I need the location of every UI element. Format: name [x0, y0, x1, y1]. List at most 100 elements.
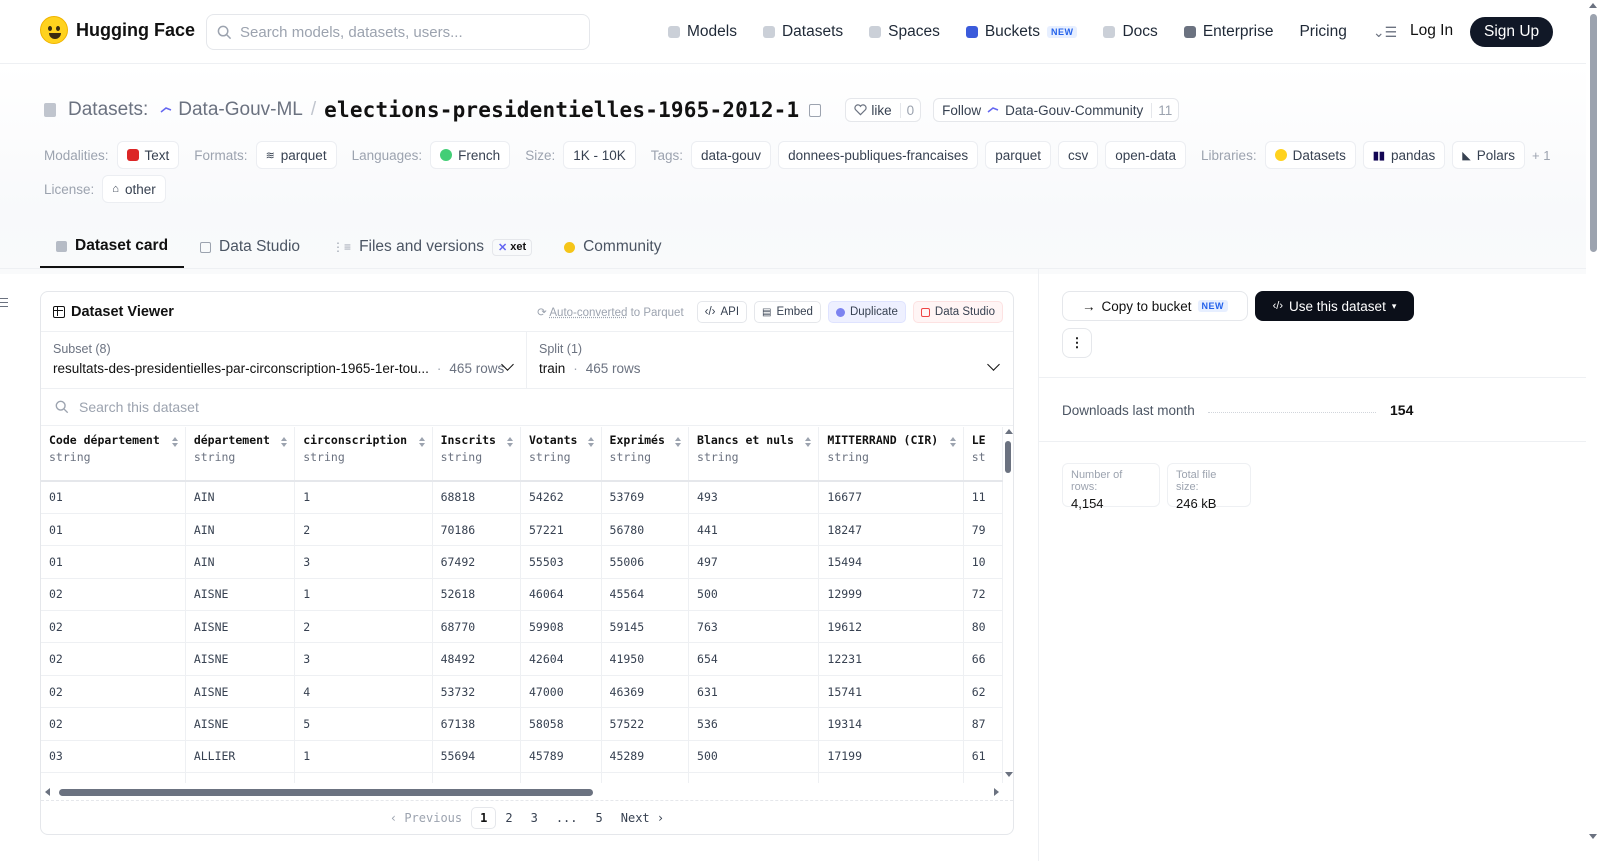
table-row[interactable]: 01 AIN 2 70186 57221 56780 441 18247 79 [41, 513, 1003, 547]
table-cell[interactable]: 3 [294, 545, 433, 579]
duplicate-button[interactable]: Duplicate [827, 301, 906, 323]
table-cell[interactable]: 26043 [818, 772, 964, 783]
table-cell[interactable]: 18247 [818, 513, 964, 547]
table-cell[interactable]: 70186 [432, 513, 522, 547]
pagination-page[interactable]: 2 [496, 807, 521, 829]
nav-docs[interactable]: Docs [1103, 18, 1158, 46]
api-button[interactable]: ‹/› API [696, 301, 748, 323]
table-row[interactable]: 02 AISNE 2 68770 59908 59145 763 19612 80 [41, 610, 1003, 644]
table-cell[interactable]: 01 [41, 481, 186, 514]
table-cell[interactable]: 47000 [520, 675, 602, 709]
global-search[interactable] [206, 14, 590, 50]
table-cell[interactable]: 87 [963, 707, 1003, 741]
copy-icon[interactable] [809, 103, 822, 117]
use-this-dataset-button[interactable]: ‹/› Use this dataset ▾ [1255, 291, 1414, 321]
table-cell[interactable]: 68770 [432, 610, 522, 644]
tag-item[interactable]: csv [1057, 141, 1099, 169]
table-vertical-scrollbar[interactable] [1003, 427, 1013, 783]
table-row[interactable]: 01 AIN 1 68818 54262 53769 493 16677 11 [41, 481, 1003, 514]
table-cell[interactable]: 54742 [520, 772, 602, 783]
table-cell[interactable]: 41950 [601, 642, 690, 676]
table-row[interactable]: 02 AISNE 1 52618 46064 45564 500 12999 72 [41, 578, 1003, 612]
table-cell[interactable]: 56780 [601, 513, 690, 547]
table-cell[interactable]: 15741 [818, 675, 964, 709]
more-options-button[interactable]: ⋮ [1062, 328, 1092, 358]
table-cell[interactable]: 59908 [520, 610, 602, 644]
table-cell[interactable]: 66 [963, 642, 1003, 676]
column-header[interactable]: Blancs et nuls string [688, 427, 820, 482]
size-tag[interactable]: 1K - 10K [563, 141, 636, 169]
table-cell[interactable]: 03 [41, 740, 186, 774]
table-cell[interactable]: AISNE [185, 675, 296, 709]
table-cell[interactable]: 631 [688, 675, 820, 709]
pagination-page[interactable]: 5 [587, 807, 612, 829]
data-studio-button[interactable]: Data Studio [912, 301, 1003, 323]
table-horizontal-scrollbar[interactable] [41, 786, 1003, 798]
table-cell[interactable]: 72 [963, 578, 1003, 612]
table-cell[interactable]: 15494 [818, 545, 964, 579]
follow-button[interactable]: Follow Data-Gouv-Community 11 [933, 98, 1180, 122]
pagination-next[interactable]: Next › [612, 807, 673, 829]
table-cell[interactable]: 67492 [432, 545, 522, 579]
table-cell[interactable]: 46064 [520, 578, 602, 612]
table-cell[interactable]: 01 [41, 545, 186, 579]
embed-button[interactable]: ▤ Embed [754, 301, 821, 323]
datasets-prefix[interactable]: Datasets: [68, 99, 148, 121]
table-cell[interactable]: 48492 [432, 642, 522, 676]
column-header[interactable]: Votants string [520, 427, 602, 482]
table-cell[interactable]: 16677 [818, 481, 964, 514]
pagination-page[interactable]: 3 [522, 807, 547, 829]
table-cell[interactable]: AISNE [185, 578, 296, 612]
table-cell[interactable]: AIN [185, 513, 296, 547]
page-scroll-thumb[interactable] [1590, 14, 1597, 252]
table-cell[interactable]: 1 [294, 740, 433, 774]
library-tag-pandas[interactable]: ▮▮ pandas [1362, 141, 1446, 169]
dataset-search-input[interactable] [79, 399, 679, 415]
table-cell[interactable]: AIN [185, 545, 296, 579]
table-cell[interactable]: 11 [963, 481, 1003, 514]
table-cell[interactable]: 3 [294, 642, 433, 676]
scroll-up-arrow-icon[interactable] [1589, 3, 1597, 8]
scroll-left-arrow-icon[interactable] [45, 788, 50, 796]
login-link[interactable]: Log In [1410, 22, 1453, 40]
like-button[interactable]: like 0 [845, 98, 922, 122]
column-header[interactable]: LE st [963, 427, 1003, 482]
table-cell[interactable]: ALLIER [185, 740, 296, 774]
library-tag-datasets[interactable]: Datasets [1264, 141, 1356, 169]
format-tag[interactable]: ≋ parquet [255, 141, 337, 169]
table-cell[interactable]: AISNE [185, 610, 296, 644]
table-cell[interactable]: 2 [294, 610, 433, 644]
scroll-up-arrow-icon[interactable] [1005, 429, 1013, 434]
table-cell[interactable]: 654 [688, 642, 820, 676]
table-cell[interactable]: 02 [41, 707, 186, 741]
subset-select[interactable]: Subset (8) resultats-des-presidentielles… [41, 332, 527, 389]
dataset-name[interactable]: elections-presidentielles-1965-2012-1 [324, 98, 799, 122]
nav-pricing[interactable]: Pricing [1299, 18, 1346, 46]
table-cell[interactable]: AISNE [185, 642, 296, 676]
table-cell[interactable]: 45564 [601, 578, 690, 612]
nav-spaces[interactable]: Spaces [869, 18, 940, 46]
table-cell[interactable]: 497 [688, 545, 820, 579]
table-cell[interactable]: 4 [294, 675, 433, 709]
table-cell[interactable]: 53769 [601, 481, 690, 514]
table-row[interactable]: 02 AISNE 5 67138 58058 57522 536 19314 87 [41, 707, 1003, 741]
table-cell[interactable]: 1 [294, 578, 433, 612]
table-cell[interactable]: 53732 [432, 675, 522, 709]
table-cell[interactable]: 55006 [601, 545, 690, 579]
table-cell[interactable]: 57221 [520, 513, 602, 547]
table-cell[interactable]: 80 [963, 610, 1003, 644]
split-select[interactable]: Split (1) train · 465 rows [527, 332, 1013, 389]
table-cell[interactable]: 46369 [601, 675, 690, 709]
table-cell[interactable]: 02 [41, 675, 186, 709]
tag-item[interactable]: data-gouv [691, 141, 772, 169]
table-cell[interactable]: 601 [688, 772, 820, 783]
table-cell[interactable]: 10 [963, 545, 1003, 579]
tag-item[interactable]: donnees-publiques-francaises [778, 141, 979, 169]
table-cell[interactable]: 12999 [818, 578, 964, 612]
scroll-down-arrow-icon[interactable] [1005, 772, 1013, 777]
library-tag-polars[interactable]: ◣ Polars [1452, 141, 1525, 169]
table-row[interactable]: 01 AIN 3 67492 55503 55006 497 15494 10 [41, 545, 1003, 579]
table-cell[interactable]: AIN [185, 481, 296, 514]
table-cell[interactable]: 500 [688, 578, 820, 612]
nav-models[interactable]: Models [668, 18, 737, 46]
